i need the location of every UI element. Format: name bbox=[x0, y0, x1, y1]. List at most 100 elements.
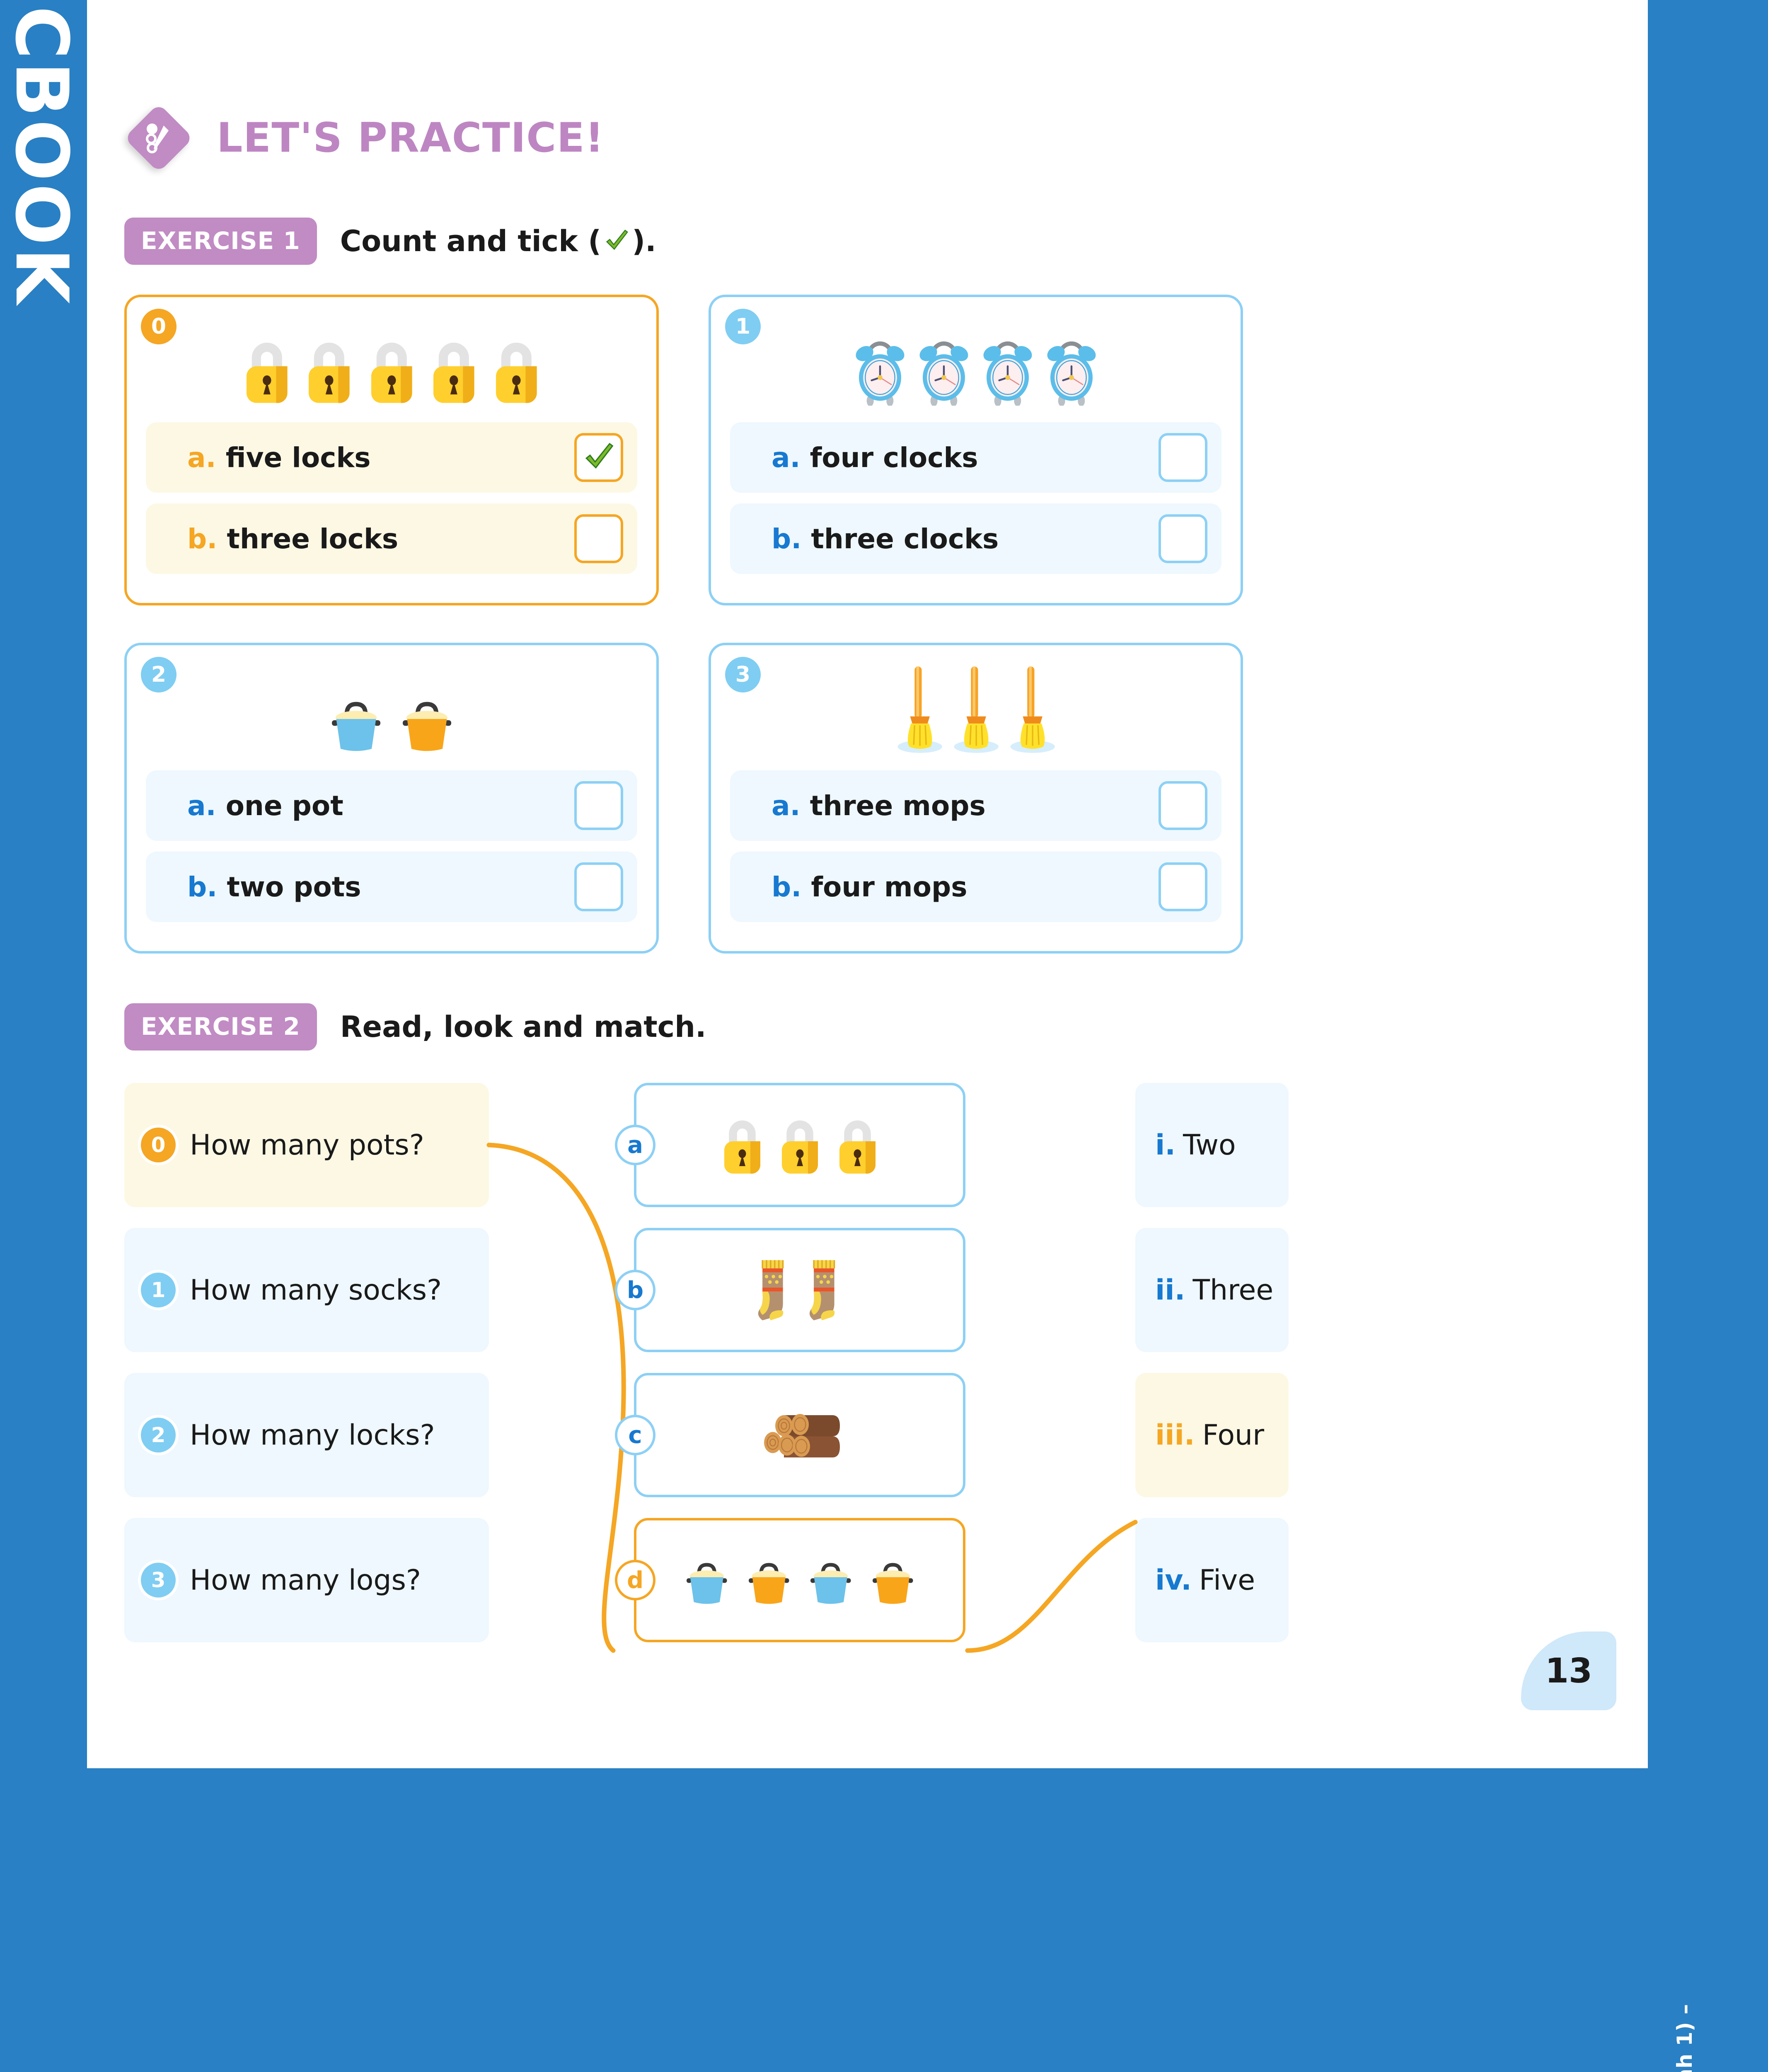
page-title-text: LET'S PRACTICE! bbox=[217, 114, 604, 162]
option-label: b. four mops bbox=[772, 871, 1159, 903]
check-icon bbox=[581, 440, 616, 475]
option-label: a. three mops bbox=[772, 790, 1159, 822]
answer-roman: i. bbox=[1155, 1129, 1175, 1162]
mop-icon bbox=[895, 665, 944, 754]
exercise-1-instruction-pre: Count and tick ( bbox=[340, 224, 601, 258]
option-label: b. two pots bbox=[187, 871, 574, 903]
question-number: 1 bbox=[141, 1273, 176, 1307]
question-text: How many locks? bbox=[190, 1419, 435, 1452]
match-answer-row[interactable]: ii.Three bbox=[1135, 1228, 1289, 1352]
option-letter: b. bbox=[187, 523, 217, 555]
padlock-icon bbox=[302, 335, 357, 406]
pot-icon bbox=[324, 692, 388, 754]
picture-illustration bbox=[753, 1256, 847, 1324]
exercise-2-header: EXERCISE 2 Read, look and match. bbox=[124, 1003, 1616, 1051]
option-label: b. three clocks bbox=[772, 523, 1159, 555]
tick-checkbox[interactable] bbox=[574, 862, 623, 911]
tick-checkbox[interactable] bbox=[574, 514, 623, 563]
logo: CCBOOK bbox=[0, 0, 83, 282]
padlock-icon bbox=[489, 335, 544, 406]
exercise-1-question-card: 2 a. one pot b. two pots bbox=[124, 643, 659, 954]
worksheet-page: LET'S PRACTICE! EXERCISE 1 Count and tic… bbox=[87, 0, 1648, 1768]
mop-icon bbox=[1008, 665, 1057, 754]
sidebar-caption-line-1: Build-up 1B – Không đáp án (theo bộ sách… bbox=[1673, 2004, 1697, 2072]
practice-badge-icon bbox=[124, 104, 193, 172]
tick-checkbox[interactable] bbox=[1159, 433, 1207, 482]
option-letter: b. bbox=[187, 871, 217, 903]
option-text: four mops bbox=[811, 871, 967, 903]
option-letter: a. bbox=[187, 442, 216, 474]
right-brand-band: Build-up 1B – Không đáp án (theo bộ sách… bbox=[1648, 0, 1768, 1768]
option-row[interactable]: a. five locks bbox=[146, 422, 637, 493]
option-letter: a. bbox=[187, 790, 216, 822]
match-question-row[interactable]: 3 How many logs? bbox=[124, 1518, 489, 1642]
tick-checkbox[interactable] bbox=[1159, 514, 1207, 563]
question-number: 2 bbox=[141, 1418, 176, 1452]
left-brand-band: CCBOOK bbox=[0, 0, 87, 1768]
option-row[interactable]: b. three clocks bbox=[730, 503, 1221, 574]
match-answer-row[interactable]: i.Two bbox=[1135, 1083, 1289, 1207]
picture-illustration bbox=[718, 1114, 882, 1176]
match-question-row[interactable]: 1 How many socks? bbox=[124, 1228, 489, 1352]
option-row[interactable]: b. two pots bbox=[146, 852, 637, 922]
exercise-2-picture-column: a b bbox=[634, 1083, 965, 1663]
answer-text: Two bbox=[1183, 1129, 1236, 1162]
question-number: 3 bbox=[725, 657, 761, 692]
alarm-clock-icon bbox=[980, 335, 1036, 406]
tick-checkbox[interactable] bbox=[1159, 781, 1207, 830]
check-icon bbox=[603, 228, 630, 255]
match-picture-box[interactable]: b bbox=[634, 1228, 965, 1352]
exercise-1-questions: 0 a. five locks b. three l bbox=[124, 295, 1616, 954]
option-row[interactable]: b. three locks bbox=[146, 503, 637, 574]
page-title: LET'S PRACTICE! bbox=[124, 104, 1616, 172]
match-picture-box[interactable]: c bbox=[634, 1373, 965, 1497]
option-row[interactable]: a. one pot bbox=[146, 770, 637, 841]
match-question-row[interactable]: 0 How many pots? bbox=[124, 1083, 489, 1207]
alarm-clock-icon bbox=[916, 335, 972, 406]
option-letter: b. bbox=[772, 871, 801, 903]
mop-icon bbox=[951, 665, 1000, 754]
question-text: How many logs? bbox=[190, 1564, 421, 1597]
option-text: three locks bbox=[227, 523, 398, 555]
option-text: two pots bbox=[227, 871, 361, 903]
exercise-2-matching: 0 How many pots? 1 How many socks? 2 How m… bbox=[124, 1083, 1616, 1754]
exercise-1-question-card: 1 bbox=[709, 295, 1243, 605]
question-text: How many pots? bbox=[190, 1129, 424, 1162]
option-letter: a. bbox=[772, 442, 801, 474]
alarm-clock-icon bbox=[852, 335, 908, 406]
question-illustration bbox=[730, 671, 1221, 754]
exercise-1-instruction: Count and tick ( ). bbox=[340, 224, 656, 258]
pot-icon bbox=[680, 1554, 733, 1606]
question-text: How many socks? bbox=[190, 1274, 442, 1307]
match-answer-row[interactable]: iii.Four bbox=[1135, 1373, 1289, 1497]
question-number: 3 bbox=[141, 1563, 176, 1598]
option-letter: a. bbox=[772, 790, 801, 822]
match-question-row[interactable]: 2 How many locks? bbox=[124, 1373, 489, 1497]
exercise-1-question-card: 0 a. five locks b. three l bbox=[124, 295, 659, 605]
option-row[interactable]: a. three mops bbox=[730, 770, 1221, 841]
tick-checkbox[interactable] bbox=[1159, 862, 1207, 911]
exercise-1-instruction-post: ). bbox=[632, 224, 656, 258]
match-picture-box[interactable]: d bbox=[634, 1518, 965, 1642]
picture-letter: a bbox=[615, 1125, 655, 1165]
picture-letter: c bbox=[615, 1415, 655, 1455]
option-text: five locks bbox=[226, 442, 371, 474]
option-row[interactable]: b. four mops bbox=[730, 852, 1221, 922]
tick-checkbox[interactable] bbox=[574, 781, 623, 830]
tick-checkbox[interactable] bbox=[574, 433, 623, 482]
option-letter: b. bbox=[772, 523, 801, 555]
padlock-icon bbox=[833, 1114, 882, 1176]
picture-letter: d bbox=[615, 1560, 655, 1600]
sidebar-caption: Build-up 1B – Không đáp án (theo bộ sách… bbox=[1673, 1714, 1768, 2072]
option-label: b. three locks bbox=[187, 523, 574, 555]
pencil-icon bbox=[138, 117, 179, 159]
match-answer-row[interactable]: iv.Five bbox=[1135, 1518, 1289, 1642]
exercise-1-header: EXERCISE 1 Count and tick ( ). bbox=[124, 218, 1616, 265]
option-row[interactable]: a. four clocks bbox=[730, 422, 1221, 493]
option-text: one pot bbox=[226, 790, 343, 822]
padlock-icon bbox=[426, 335, 481, 406]
match-picture-box[interactable]: a bbox=[634, 1083, 965, 1207]
answer-roman: iii. bbox=[1155, 1419, 1195, 1452]
answer-text: Three bbox=[1192, 1274, 1273, 1307]
question-number: 0 bbox=[141, 1128, 176, 1162]
